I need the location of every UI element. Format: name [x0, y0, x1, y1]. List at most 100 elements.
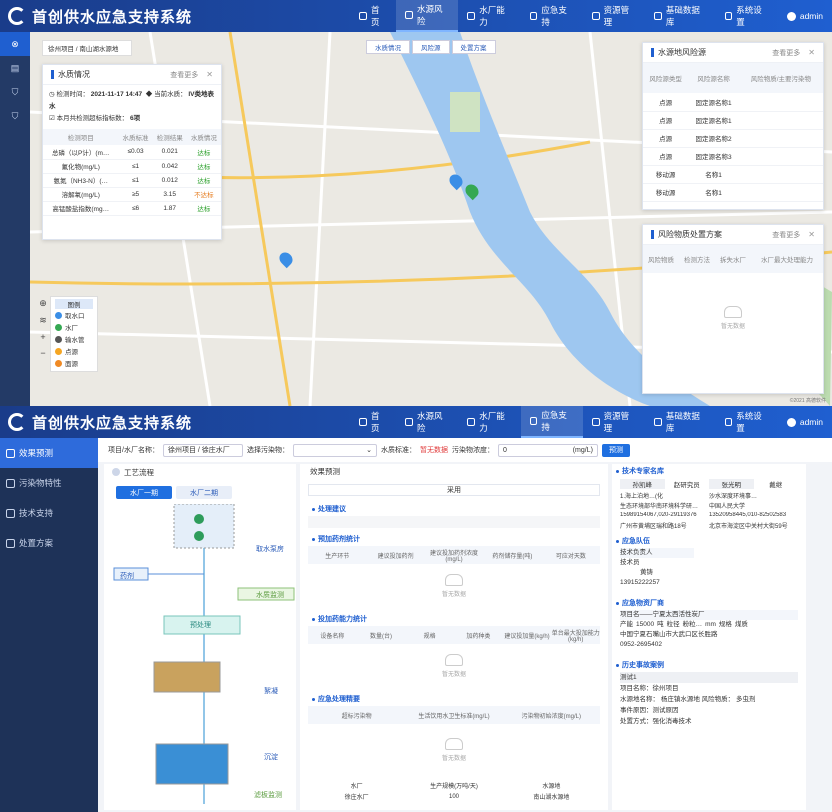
map-tab-2[interactable]: 处置方案 — [451, 40, 496, 54]
history-title: 历史事故案例 — [612, 658, 806, 672]
empty-text: 暂无数据 — [441, 756, 466, 762]
close-icon[interactable]: ✕ — [808, 48, 815, 57]
expert-cell: 生态环境部华南环境科学研… — [620, 503, 699, 510]
rs-cell: 点源 — [643, 111, 689, 130]
side-item-0[interactable]: 效果预测 — [0, 438, 98, 468]
map-tab-1[interactable]: 风险源 — [412, 40, 450, 54]
process-icon — [112, 468, 120, 476]
standard-value: 暂无数据 — [419, 447, 448, 454]
nav-item-4[interactable]: 资源管理 — [583, 0, 645, 32]
legend-item: 水厂 — [55, 321, 93, 333]
concentration-label: 污染物浓度： — [451, 447, 494, 454]
rs-cell: 移动源 — [643, 183, 689, 202]
table-row[interactable]: 移动源 名称1 — [643, 183, 823, 202]
expert-name[interactable]: 赵研究员 — [664, 479, 709, 489]
concentration-input[interactable]: 0 (mg/L) — [497, 443, 598, 457]
nav-icon — [724, 418, 733, 426]
expert-title: 技术专家名库 — [612, 464, 806, 478]
spec-label: 规格 — [718, 621, 732, 628]
exceed-label: 本月共检测超标指标数： — [56, 115, 129, 122]
expert-name[interactable]: 戴继 — [753, 479, 798, 489]
standard-label: 水质标准： — [380, 447, 416, 454]
table-row[interactable]: 点源 固定源名称2 — [643, 129, 823, 148]
wq-cell: 氟化物(mg/L) — [43, 159, 119, 174]
expert-cell: 15989154067,020-29119376 — [620, 512, 697, 518]
table-row[interactable]: 点源 固定源名称1 — [643, 93, 823, 112]
nav-item-0[interactable]: 首页 — [350, 0, 396, 32]
nav-item-3[interactable]: 应急支持 — [520, 406, 583, 438]
expert-cell: 沙水深度环境事… — [709, 493, 758, 500]
column-header: 药剂储存量(吨) — [492, 553, 533, 560]
nav-item-3[interactable]: 应急支持 — [521, 0, 583, 32]
cause-value: 测试原因 — [652, 707, 679, 714]
nav-label: 应急支持 — [541, 410, 567, 432]
table-row: 氟化物(mg/L) ≤1 0.042 达标 — [43, 159, 221, 174]
zoom-out-icon[interactable]: − — [36, 348, 50, 358]
nav-item-2[interactable]: 水厂能力 — [458, 0, 520, 32]
tab-phase-1[interactable]: 水厂一期 — [116, 486, 172, 499]
nav-icon — [591, 418, 600, 426]
map-screen: 首创供水应急支持系统 首页 水源风险 水厂能力 应急支持 资源管理 基础数据库 系统设置 a… — [0, 0, 832, 406]
user-menu[interactable]: admin — [778, 406, 832, 438]
legend-label: 面源 — [65, 361, 78, 368]
pollutant-select[interactable]: ⌄ — [292, 443, 377, 457]
nav-item-2[interactable]: 水厂能力 — [458, 406, 520, 438]
zoom-in-icon[interactable]: + — [36, 332, 50, 342]
column-header: 建议投加药剂浓度(mg/L) — [430, 550, 479, 563]
risk-value: 多虫剂 — [735, 696, 756, 703]
side-label: 污染物特性 — [19, 478, 62, 488]
nav-item-0[interactable]: 首页 — [350, 406, 396, 438]
wq-cell: 0.012 — [152, 173, 187, 188]
side-item-2[interactable]: 技术支持 — [0, 498, 98, 528]
nav-item-1[interactable]: 水源风险 — [396, 406, 458, 438]
nav-item-4[interactable]: 资源管理 — [583, 406, 645, 438]
nav-item-1[interactable]: 水源风险 — [396, 0, 459, 32]
vendor-phone: 0952-2695402 — [620, 641, 662, 648]
nav-item-5[interactable]: 基础数据库 — [645, 406, 715, 438]
nav-label: 水源风险 — [416, 411, 443, 433]
shield-check-icon[interactable]: ⛉ — [0, 104, 30, 128]
rs-col-1: 风险源名称 — [688, 63, 739, 93]
predict-button[interactable]: 预测 — [601, 443, 630, 457]
document-icon[interactable]: ▤ — [0, 56, 30, 80]
side-item-1[interactable]: 污染物特性 — [0, 468, 98, 498]
side-item-3[interactable]: 处置方案 — [0, 528, 98, 558]
wq-col-2: 检测结果 — [152, 129, 187, 145]
breadcrumb[interactable]: 徐州项目 / 南山湖水源地 — [42, 40, 132, 56]
app-logo[interactable]: 首创供水应急支持系统 — [0, 412, 350, 433]
checklist-icon: ☑ — [49, 115, 55, 122]
app-logo[interactable]: 首创供水应急支持系统 — [0, 6, 350, 27]
tab-phase-2[interactable]: 水厂二期 — [176, 486, 232, 499]
plant-label: 项目/水厂名称： — [108, 447, 159, 454]
main-nav: 首页 水源风险 水厂能力 应急支持 资源管理 基础数据库 系统设置 — [350, 406, 778, 438]
rs-col-2: 风险物质/主要污染物 — [738, 63, 823, 93]
rs-cell: 点源 — [643, 93, 689, 112]
wq-cell: 氨氮（NH3-N）(… — [43, 173, 119, 188]
user-icon — [786, 417, 796, 427]
view-more-link[interactable]: 查看更多 — [772, 48, 800, 58]
map-tab-0[interactable]: 水质情况 — [366, 40, 410, 54]
plant-select[interactable]: 徐州项目 / 徐庄水厂 — [162, 443, 243, 457]
nav-item-6[interactable]: 系统设置 — [716, 0, 778, 32]
shield-icon[interactable]: ⛉ — [0, 80, 30, 104]
menu-icon — [6, 478, 15, 488]
nav-item-5[interactable]: 基础数据库 — [645, 0, 715, 32]
view-more-link[interactable]: 查看更多 — [772, 230, 800, 240]
table-row[interactable]: 移动源 名称1 — [643, 165, 823, 184]
expert-name[interactable]: 张光明 — [709, 479, 754, 489]
rs-cell-empty — [738, 183, 823, 202]
locate-icon[interactable]: ⊕ — [36, 298, 50, 309]
adopt-label: 采用 — [308, 484, 600, 496]
layers-icon[interactable]: ≋ — [36, 315, 50, 326]
close-icon[interactable]: ✕ — [206, 70, 213, 79]
table-row[interactable]: 点源 固定源名称1 — [643, 111, 823, 130]
nav-item-6[interactable]: 系统设置 — [716, 406, 778, 438]
table-row[interactable]: 点源 固定源名称3 — [643, 147, 823, 166]
user-menu[interactable]: admin — [778, 0, 832, 32]
user-icon — [786, 11, 796, 21]
nav-label: 系统设置 — [736, 5, 762, 27]
close-icon[interactable]: ✕ — [808, 230, 815, 239]
view-more-link[interactable]: 查看更多 — [170, 70, 198, 80]
water-source-icon[interactable]: ⊗ — [0, 32, 30, 56]
expert-name[interactable]: 孙凯峰 — [620, 479, 665, 489]
